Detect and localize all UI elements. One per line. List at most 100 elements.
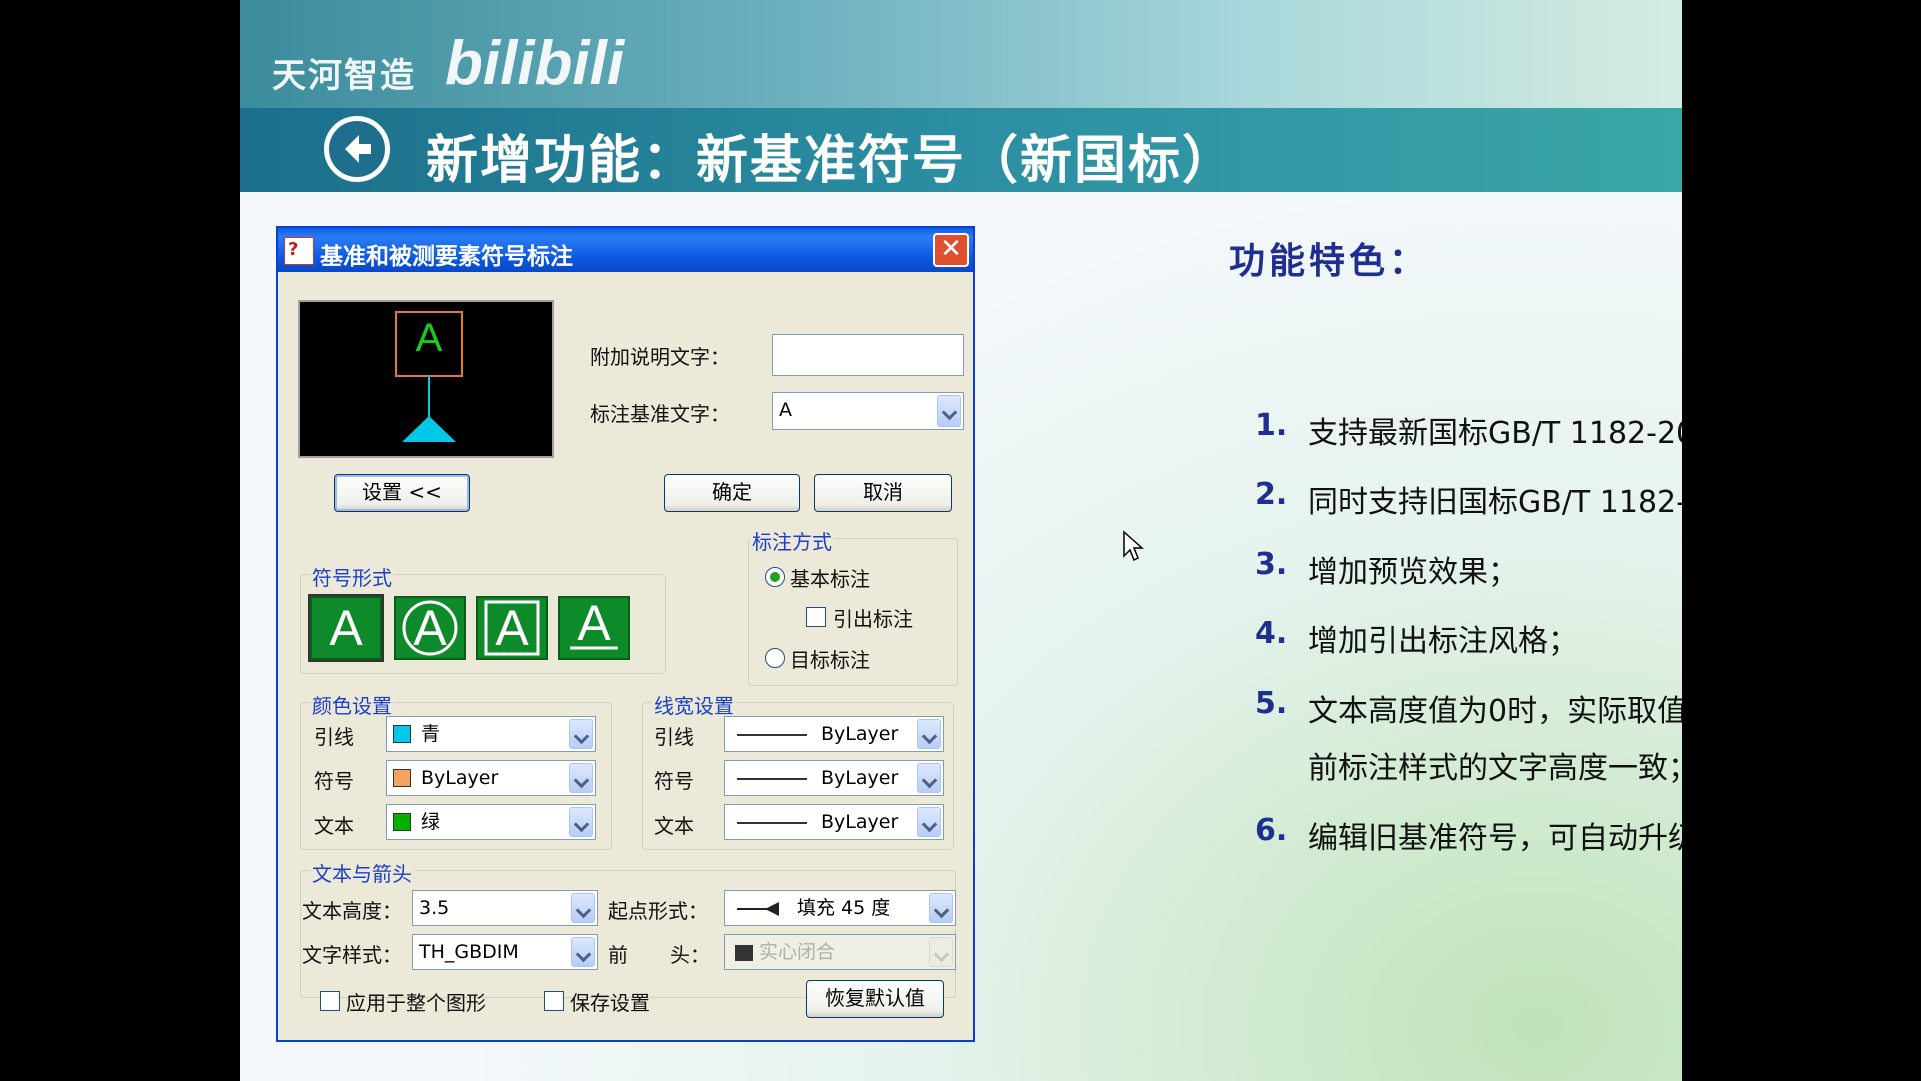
ok-button[interactable]: 确定 [664,474,800,512]
chevron-down-icon[interactable] [929,893,953,923]
line-sample [737,778,807,780]
chevron-down-icon[interactable] [917,807,941,837]
color-settings-label: 颜色设置 [310,690,394,719]
cancel-button[interactable]: 取消 [814,474,952,512]
bilibili-logo: bilibili [445,29,625,98]
symbol-style-circle[interactable]: A [394,596,466,660]
color-swatch [393,769,411,787]
feature-number: 2. [1255,477,1288,512]
symbol-linewidth-value: ByLayer [821,767,899,789]
color-row-label: 符号 [314,769,354,793]
feature-number: 3. [1255,547,1288,582]
features-title: 功能特色： [1229,240,1430,282]
apply-whole-drawing-checkbox[interactable] [320,991,340,1011]
symbol-letter: A [495,600,529,656]
start-form-label: 起点形式： [608,899,708,923]
text-color-select[interactable]: 绿 [386,804,596,840]
text-style-select[interactable]: TH_GBDIM [412,934,598,970]
chevron-down-icon[interactable] [569,807,593,837]
symbol-letter: A [329,600,363,656]
feature-item: 文本高度值为0时，实际取值自动与当 [1308,694,1682,729]
basic-annotation-radio[interactable] [765,567,785,587]
feature-item-continued: 前标注样式的文字高度一致； [1308,751,1682,786]
preview-letter: A [415,316,443,360]
datum-symbol-dialog: ? 基准和被测要素符号标注 ✕ A 附加说明文字： 标注基准文字： A 设置 <… [276,226,975,1042]
color-swatch [393,725,411,743]
arrow-label-part-b: 头： [670,943,710,967]
dialog-title: 基准和被测要素符号标注 [320,244,573,270]
datum-text-select[interactable]: A [772,392,964,430]
chevron-down-icon[interactable] [569,719,593,749]
chevron-down-icon[interactable] [917,719,941,749]
symbol-color-select[interactable]: ByLayer [386,760,596,796]
arrowhead-icon [735,945,753,961]
close-button[interactable]: ✕ [933,233,969,267]
text-height-select[interactable]: 3.5 [412,890,598,926]
arrow-label-part-a: 前 [608,943,628,967]
leader-color-select[interactable]: 青 [386,716,596,752]
symbol-letter: A [413,600,447,656]
symbol-linewidth-select[interactable]: ByLayer [724,760,944,796]
extra-text-input[interactable] [772,334,964,376]
restore-defaults-button[interactable]: 恢复默认值 [806,980,944,1018]
line-sample [737,822,807,824]
leader-annotation-label: 引出标注 [833,607,913,631]
arrowhead-select[interactable]: 实心闭合 [724,934,956,970]
leader-annotation-checkbox[interactable] [806,607,826,627]
datum-text-label: 标注基准文字： [590,402,730,426]
start-form-value: 填充 45 度 [797,897,891,919]
dialog-title-bar[interactable]: ? 基准和被测要素符号标注 ✕ [278,228,973,272]
start-form-select[interactable]: 填充 45 度 [724,890,956,926]
symbol-preview: A [298,300,554,458]
linewidth-row-label: 符号 [654,769,694,793]
text-height-value: 3.5 [419,897,450,919]
leader-linewidth-select[interactable]: ByLayer [724,716,944,752]
arrowhead-value: 实心闭合 [759,941,836,963]
text-color-value: 绿 [421,811,441,833]
slide-title-bar: 新增功能：新基准符号（新国标） [240,108,1682,192]
save-settings-checkbox[interactable] [544,991,564,1011]
symbol-style-square[interactable]: A [476,596,548,660]
mouse-cursor-icon [1123,530,1144,562]
save-settings-label: 保存设置 [570,991,650,1015]
chevron-down-icon[interactable] [571,893,595,923]
line-sample [737,734,807,736]
symbol-style-plain[interactable]: A [308,594,384,662]
symbol-color-value: ByLayer [421,767,499,789]
chevron-down-icon[interactable] [937,395,961,427]
leader-color-value: 青 [421,723,441,745]
text-style-label: 文字样式： [302,943,402,967]
text-style-value: TH_GBDIM [419,941,519,963]
annotation-mode-label: 标注方式 [750,526,834,555]
feature-number: 1. [1255,408,1288,443]
feature-item: 增加预览效果； [1308,555,1518,590]
color-row-label: 引线 [314,725,354,749]
chevron-down-icon[interactable] [917,763,941,793]
back-arrow-icon[interactable] [324,116,390,182]
linewidth-row-label: 引线 [654,725,694,749]
target-annotation-label: 目标标注 [790,648,870,672]
leader-linewidth-value: ByLayer [821,723,899,745]
color-row-label: 文本 [314,814,354,838]
feature-number: 6. [1255,813,1288,848]
text-linewidth-select[interactable]: ByLayer [724,804,944,840]
chevron-down-icon[interactable] [569,763,593,793]
text-height-label: 文本高度： [302,899,402,923]
linewidth-row-label: 文本 [654,814,694,838]
target-annotation-radio[interactable] [765,648,785,668]
chevron-down-icon[interactable] [929,937,953,967]
symbol-form-label: 符号形式 [310,562,394,591]
feature-item: 同时支持旧国标GB/T 1182-1996； [1308,485,1682,520]
symbol-style-underline[interactable]: A [558,596,630,660]
slide-title: 新增功能：新基准符号（新国标） [426,130,1237,191]
text-arrow-label: 文本与箭头 [310,858,414,887]
feature-number: 5. [1255,686,1288,721]
top-banner: 天河智造 bilibili [240,0,1682,110]
app-icon: ? [284,237,314,265]
color-swatch [393,813,411,831]
feature-number: 4. [1255,616,1288,651]
text-linewidth-value: ByLayer [821,811,899,833]
feature-item: 编辑旧基准符号，可自动升级为新标注。 [1308,821,1682,856]
chevron-down-icon[interactable] [571,937,595,967]
settings-toggle-button[interactable]: 设置 << [334,474,470,512]
